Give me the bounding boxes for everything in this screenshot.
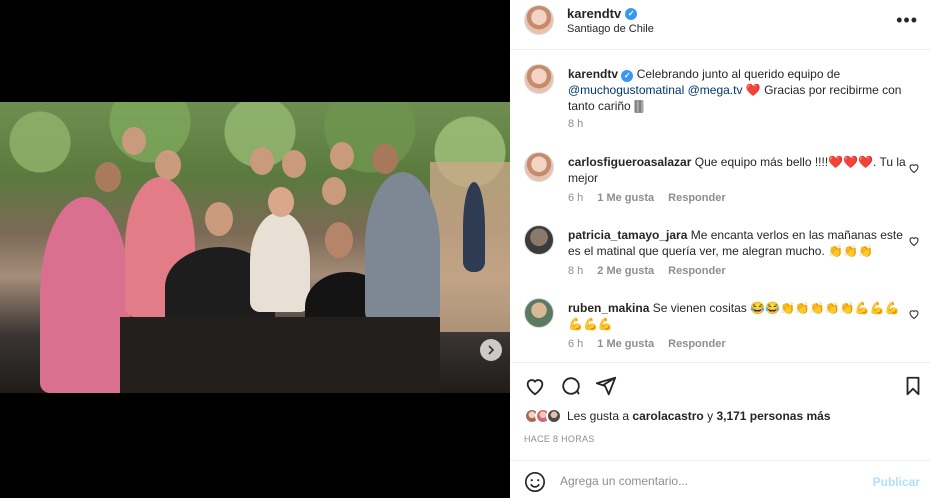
comment-like-heart-icon[interactable] [908, 162, 920, 174]
author-avatar[interactable] [524, 5, 554, 35]
photo-face [322, 177, 346, 205]
save-bookmark-icon[interactable] [902, 375, 924, 397]
likes-prefix: Les gusta a [567, 409, 633, 423]
verified-badge-icon: ✓ [625, 7, 638, 20]
photo-face [155, 150, 181, 180]
caption-text-start: Celebrando junto al querido equipo de [636, 67, 841, 81]
photo-face [372, 144, 398, 174]
likes-text: Les gusta a carolacastro y 3,171 persona… [567, 409, 831, 423]
post-location[interactable]: Santiago de Chile [567, 23, 654, 35]
post-actions-bar [510, 362, 930, 406]
comment-meta: 6 h 1 Me gusta Responder [568, 338, 726, 350]
comment-likes[interactable]: 1 Me gusta [597, 338, 654, 350]
author-username[interactable]: karendtv [567, 6, 621, 21]
comment-username[interactable]: ruben_makina [568, 301, 649, 315]
comment-time[interactable]: 6 h [568, 338, 583, 350]
comment-likes[interactable]: 1 Me gusta [597, 192, 654, 204]
comment-body: patricia_tamayo_jara Me encanta verlos e… [568, 227, 914, 259]
caption-meta: 8 h [568, 118, 583, 130]
caption-mention-megatv[interactable]: @mega.tv [688, 83, 743, 97]
photo-face [95, 162, 121, 192]
group-photo[interactable] [0, 102, 510, 393]
caption-body: karendtv ✓ Celebrando junto al querido e… [568, 66, 914, 114]
chevron-right-icon [488, 345, 495, 355]
comment-likes[interactable]: 2 Me gusta [597, 265, 654, 277]
add-comment-bar: Publicar [510, 460, 930, 498]
comment-input[interactable] [560, 471, 860, 491]
photo-face [325, 222, 353, 258]
likes-count[interactable]: 3,171 personas más [716, 409, 830, 423]
comment-avatar[interactable] [524, 225, 554, 255]
comment-reply-button[interactable]: Responder [668, 338, 725, 350]
comment-reply-button[interactable]: Responder [668, 265, 725, 277]
likes-user[interactable]: carolacastro [632, 409, 703, 423]
photo-face [250, 147, 274, 175]
photo-face [205, 202, 233, 236]
caption-username[interactable]: karendtv [568, 67, 618, 81]
share-send-icon[interactable] [595, 375, 617, 397]
photo-face [122, 127, 146, 155]
caption-time[interactable]: 8 h [568, 118, 583, 130]
publish-button[interactable]: Publicar [873, 475, 920, 489]
post-side-panel: karendtv ✓ Santiago de Chile ••• karendt… [510, 0, 930, 498]
like-heart-icon[interactable] [524, 375, 546, 397]
caption-mention-muchogustomatinal[interactable]: @muchogustomatinal [568, 83, 684, 97]
comment-avatar[interactable] [524, 152, 554, 182]
comment-time[interactable]: 8 h [568, 265, 583, 277]
comment-username[interactable]: patricia_tamayo_jara [568, 228, 687, 242]
comment-meta: 6 h 1 Me gusta Responder [568, 192, 726, 204]
likes-summary: Les gusta a carolacastro y 3,171 persona… [524, 408, 831, 424]
comment-item: ruben_makina Se vienen cositas 😂😂👏👏👏👏👏💪💪… [524, 298, 920, 356]
photo-face [282, 150, 306, 178]
photo-person [365, 172, 440, 322]
instagram-post-view: karendtv ✓ Santiago de Chile ••• karendt… [0, 0, 930, 498]
post-time-ago[interactable]: HACE 8 HORAS [524, 434, 595, 444]
comment-reply-button[interactable]: Responder [668, 192, 725, 204]
photo-person [463, 182, 485, 272]
comment-like-heart-icon[interactable] [908, 235, 920, 247]
photo-person [250, 212, 310, 312]
comment-username[interactable]: carlosfigueroasalazar [568, 155, 691, 169]
caption: karendtv ✓ Celebrando junto al querido e… [524, 64, 920, 130]
emoji-smiley-icon[interactable] [524, 471, 546, 493]
more-options-icon[interactable]: ••• [896, 10, 918, 31]
comment-item: patricia_tamayo_jara Me encanta verlos e… [524, 225, 920, 283]
likes-middle: y [703, 409, 717, 423]
comment-bubble-icon[interactable] [560, 375, 582, 397]
comment-body: carlosfigueroasalazar Que equipo más bel… [568, 154, 914, 186]
post-header: karendtv ✓ Santiago de Chile ••• [510, 0, 930, 50]
photo-face [330, 142, 354, 170]
post-media [0, 0, 510, 498]
comment-body: ruben_makina Se vienen cositas 😂😂👏👏👏👏👏💪💪… [568, 300, 914, 332]
photo-table [120, 317, 440, 393]
liker-avatar[interactable] [546, 408, 562, 424]
caption-avatar[interactable] [524, 64, 554, 94]
comment-time[interactable]: 6 h [568, 192, 583, 204]
author-name-row: karendtv ✓ [567, 6, 638, 21]
verified-badge-icon: ✓ [621, 70, 634, 82]
comment-like-heart-icon[interactable] [908, 308, 920, 320]
photo-person [40, 197, 130, 393]
comment-meta: 8 h 2 Me gusta Responder [568, 265, 726, 277]
next-photo-button[interactable] [480, 339, 502, 361]
photo-face [268, 187, 294, 217]
comment-avatar[interactable] [524, 298, 554, 328]
comment-item: carlosfigueroasalazar Que equipo más bel… [524, 152, 920, 210]
